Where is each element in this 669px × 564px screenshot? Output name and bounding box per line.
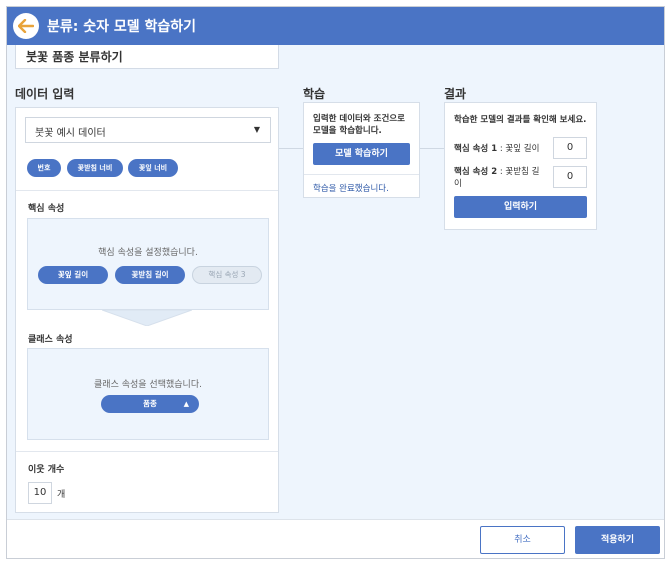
learn-description: 입력한 데이터와 조건으로 모델을 학습합니다.	[313, 113, 405, 137]
core-attribute-pill-1[interactable]: 꽃잎 길이	[38, 266, 108, 284]
footer-bar: 취소 적용하기	[7, 519, 664, 558]
learn-status: 학습을 완료했습니다.	[313, 184, 389, 194]
neighbors-input[interactable]: 10	[28, 482, 52, 504]
core-attributes-title: 핵심 속성	[28, 204, 65, 214]
connector-line	[279, 148, 303, 149]
data-input-title: 데이터 입력	[15, 87, 75, 101]
divider	[16, 190, 278, 191]
app-window: 분류: 숫자 모델 학습하기 붓꽃 품종 분류하기 데이터 입력 붓꽃 예시 데…	[6, 6, 665, 559]
result-attr1-label: 핵심 속성 1	[454, 144, 498, 154]
core-attribute-pill-2[interactable]: 꽃받침 길이	[115, 266, 185, 284]
cancel-button[interactable]: 취소	[480, 526, 565, 554]
class-attribute-select[interactable]: 품종 ▲	[101, 395, 199, 413]
result-description: 학습한 모델의 결과를 확인해 보세요.	[454, 115, 587, 125]
column-chip-petal-width[interactable]: 꽃잎 너비	[128, 159, 178, 177]
data-input-panel: 붓꽃 예시 데이터 ▼ 번호 꽃받침 너비 꽃잎 너비 핵심 속성 핵심 속성을…	[15, 107, 279, 513]
core-attributes-hint: 핵심 속성을 설정했습니다.	[98, 248, 198, 258]
dataset-select-value: 붓꽃 예시 데이터	[35, 128, 106, 139]
neighbors-unit: 개	[57, 490, 66, 500]
train-model-button[interactable]: 모델 학습하기	[313, 143, 410, 165]
back-button[interactable]	[13, 13, 39, 39]
arrow-left-icon	[18, 19, 34, 33]
divider	[16, 451, 278, 452]
result-attr2-input[interactable]: 0	[553, 166, 587, 188]
flow-arrow-icon	[102, 310, 192, 326]
core-attribute-slot-3[interactable]: 핵심 속성 3	[192, 266, 262, 284]
column-chip-id[interactable]: 번호	[27, 159, 61, 177]
result-title: 결과	[444, 87, 467, 101]
class-attribute-value: 품종	[143, 399, 157, 408]
apply-button[interactable]: 적용하기	[575, 526, 660, 554]
connector-line	[420, 148, 444, 149]
class-attribute-dropzone[interactable]: 클래스 속성을 선택했습니다. 품종 ▲	[27, 348, 269, 440]
result-panel: 학습한 모델의 결과를 확인해 보세요. 핵심 속성 1 : 꽃잎 길이 0 핵…	[444, 102, 597, 230]
result-attr2-label: 핵심 속성 2	[454, 167, 498, 177]
project-name-field[interactable]: 붓꽃 품종 분류하기	[15, 45, 279, 69]
learn-panel: 입력한 데이터와 조건으로 모델을 학습합니다. 모델 학습하기 학습을 완료했…	[303, 102, 420, 198]
learn-desc-line1: 입력한 데이터와 조건으로	[313, 114, 405, 124]
result-attr2-name-cont: 이	[454, 179, 462, 189]
class-attribute-title: 클래스 속성	[28, 335, 73, 345]
divider	[304, 174, 419, 175]
learn-title: 학습	[303, 87, 326, 101]
dataset-select[interactable]: 붓꽃 예시 데이터 ▼	[25, 117, 271, 143]
result-attr2-label-group: 핵심 속성 2 : 꽃받침 길 이	[454, 166, 549, 190]
result-attr1-input[interactable]: 0	[553, 137, 587, 159]
result-attr2-name: 꽃받침 길	[505, 167, 540, 177]
title-bar: 분류: 숫자 모델 학습하기	[7, 7, 664, 45]
core-attributes-dropzone[interactable]: 핵심 속성을 설정했습니다. 꽃잎 길이 꽃받침 길이 핵심 속성 3	[27, 218, 269, 310]
result-attr1-name: 꽃잎 길이	[505, 144, 540, 154]
caret-up-icon: ▲	[183, 400, 189, 408]
result-attr1-label-group: 핵심 속성 1 : 꽃잎 길이	[454, 144, 540, 154]
column-chip-sepal-width[interactable]: 꽃받침 너비	[67, 159, 123, 177]
enter-button[interactable]: 입력하기	[454, 196, 587, 218]
page-title: 분류: 숫자 모델 학습하기	[47, 19, 197, 35]
learn-desc-line2: 모델을 학습합니다.	[313, 126, 382, 136]
class-attribute-hint: 클래스 속성을 선택했습니다.	[94, 380, 202, 390]
neighbors-title: 이웃 개수	[28, 465, 65, 475]
main-content: 붓꽃 품종 분류하기 데이터 입력 붓꽃 예시 데이터 ▼ 번호 꽃받침 너비 …	[7, 45, 664, 519]
caret-down-icon: ▼	[253, 125, 260, 134]
